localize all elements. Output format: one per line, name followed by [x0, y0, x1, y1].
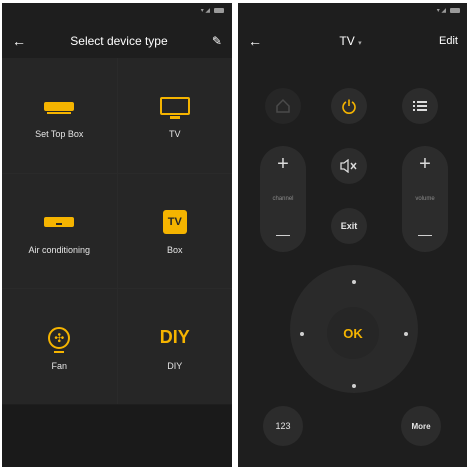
- chevron-down-icon: ▾: [358, 40, 362, 47]
- page-title: Select device type: [70, 34, 168, 48]
- box-icon: TV: [162, 209, 187, 234]
- signal-icon: ▾ ◢: [200, 7, 210, 14]
- device-tile-set-top-box[interactable]: Set Top Box: [2, 58, 117, 173]
- mute-button[interactable]: [331, 148, 367, 184]
- volume-label: volume: [415, 196, 435, 202]
- fan-icon: ✣: [48, 326, 71, 353]
- pencil-icon[interactable]: ✎: [212, 34, 222, 48]
- bottom-area: [2, 405, 232, 467]
- arrow-left-icon[interactable]: ←: [12, 33, 26, 49]
- air-conditioner-icon: [44, 216, 75, 227]
- menu-list-icon: [413, 101, 427, 111]
- volume-up-button[interactable]: +: [419, 154, 431, 174]
- volume-down-button[interactable]: —: [418, 224, 432, 244]
- home-button[interactable]: [265, 88, 301, 124]
- device-grid: Set Top Box TV Air conditioning TV Box ✣…: [2, 58, 232, 404]
- dpad-right-button[interactable]: [404, 332, 408, 336]
- device-tile-tv[interactable]: TV: [117, 58, 232, 173]
- power-button[interactable]: [331, 88, 367, 124]
- diy-icon: DIY: [159, 327, 190, 348]
- device-tile-label: Box: [166, 244, 183, 255]
- more-label: More: [411, 421, 431, 431]
- device-tile-box[interactable]: TV Box: [117, 173, 232, 289]
- status-bar: ▾ ◢: [238, 3, 467, 17]
- channel-up-button[interactable]: +: [277, 154, 289, 174]
- numbers-button[interactable]: 123: [263, 406, 303, 446]
- device-tile-label: Air conditioning: [28, 244, 91, 255]
- arrow-left-icon[interactable]: ←: [248, 33, 262, 49]
- device-tile-label: Set Top Box: [35, 129, 84, 140]
- exit-label: Exit: [340, 221, 358, 231]
- channel-down-button[interactable]: —: [276, 224, 290, 244]
- device-name: TV: [339, 34, 355, 48]
- dpad-up-button[interactable]: [352, 280, 356, 284]
- exit-button[interactable]: Exit: [331, 208, 367, 244]
- status-bar: ▾ ◢: [2, 3, 232, 17]
- channel-control: + channel —: [260, 146, 306, 252]
- device-tile-label: TV: [168, 129, 181, 140]
- device-tile-diy[interactable]: DIY DIY: [117, 289, 232, 404]
- power-icon: [342, 99, 356, 114]
- menu-button[interactable]: [402, 88, 438, 124]
- volume-control: + volume —: [402, 146, 448, 252]
- remote-title[interactable]: TV ▾: [339, 34, 361, 48]
- edit-button[interactable]: Edit: [439, 35, 458, 47]
- more-button[interactable]: More: [401, 406, 441, 446]
- device-tile-label: Fan: [51, 360, 67, 371]
- right-app-bar: ← TV ▾ Edit: [238, 17, 467, 65]
- battery-icon: [214, 7, 224, 13]
- device-tile-air-conditioning[interactable]: Air conditioning: [2, 173, 117, 289]
- home-icon: [276, 98, 290, 113]
- dpad-down-button[interactable]: [352, 384, 356, 388]
- dpad-left-button[interactable]: [300, 332, 304, 336]
- device-type-screen: ▾ ◢ ← Select device type ✎ Set Top Box T…: [2, 3, 232, 467]
- device-tile-label: DIY: [167, 360, 183, 371]
- device-tile-fan[interactable]: ✣ Fan: [2, 289, 117, 404]
- tv-remote-screen: ▾ ◢ ← TV ▾ Edit + channel — Exit + volum…: [238, 3, 467, 467]
- ok-button[interactable]: OK: [327, 307, 379, 359]
- tv-icon: [159, 97, 190, 120]
- mute-icon: [340, 159, 357, 173]
- set-top-box-icon: [44, 101, 75, 114]
- signal-icon: ▾ ◢: [436, 7, 446, 14]
- battery-icon: [450, 7, 460, 13]
- numbers-label: 123: [275, 421, 291, 431]
- channel-label: channel: [272, 196, 294, 202]
